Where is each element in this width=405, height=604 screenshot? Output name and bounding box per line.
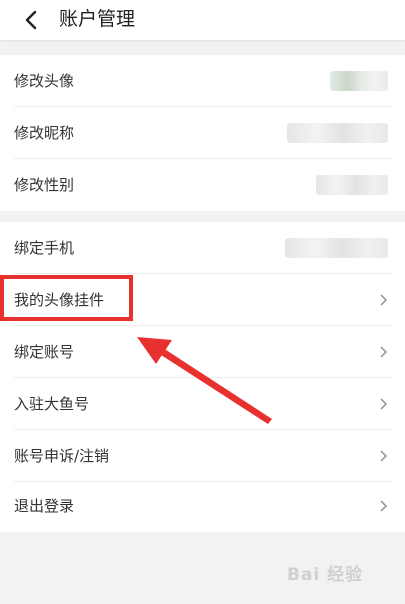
- profile-settings-group: 修改头像 修改昵称 修改性别: [0, 55, 405, 211]
- chevron-right-icon: [380, 398, 388, 410]
- bind-phone-label: 绑定手机: [14, 239, 75, 257]
- header-bar: 账户管理: [0, 0, 405, 40]
- chevron-right-icon: [380, 346, 388, 358]
- phone-value-blurred: [285, 238, 388, 258]
- edit-gender-row[interactable]: 修改性别: [0, 159, 405, 211]
- page-title: 账户管理: [59, 8, 136, 30]
- nickname-value-blurred: [287, 123, 388, 143]
- edit-avatar-row[interactable]: 修改头像: [0, 55, 405, 107]
- baidu-watermark: Bai 经验: [287, 565, 364, 585]
- bind-account-label: 绑定账号: [14, 343, 75, 361]
- avatar-thumbnail-blurred: [330, 71, 388, 91]
- dayu-account-label: 入驻大鱼号: [14, 395, 90, 413]
- edit-avatar-label: 修改头像: [14, 72, 75, 90]
- logout-label: 退出登录: [14, 497, 75, 515]
- chevron-right-icon: [380, 294, 388, 306]
- edit-nickname-row[interactable]: 修改昵称: [0, 107, 405, 159]
- logout-row[interactable]: 退出登录: [0, 480, 405, 532]
- chevron-right-icon: [380, 500, 388, 512]
- gender-value-blurred: [316, 175, 388, 195]
- chevron-right-icon: [380, 450, 388, 462]
- dayu-account-row[interactable]: 入驻大鱼号: [0, 378, 405, 430]
- highlight-box: [0, 275, 133, 321]
- chevron-left-icon[interactable]: [22, 8, 42, 32]
- account-settings-group: 绑定手机 我的头像挂件 绑定账号 入驻大鱼号 账号申诉/注销 退出登录: [0, 222, 405, 532]
- edit-nickname-label: 修改昵称: [14, 124, 75, 142]
- edit-gender-label: 修改性别: [14, 176, 75, 194]
- bind-account-row[interactable]: 绑定账号: [0, 326, 405, 378]
- appeal-cancel-row[interactable]: 账号申诉/注销: [0, 430, 405, 482]
- bind-phone-row[interactable]: 绑定手机: [0, 222, 405, 274]
- appeal-cancel-label: 账号申诉/注销: [14, 447, 110, 465]
